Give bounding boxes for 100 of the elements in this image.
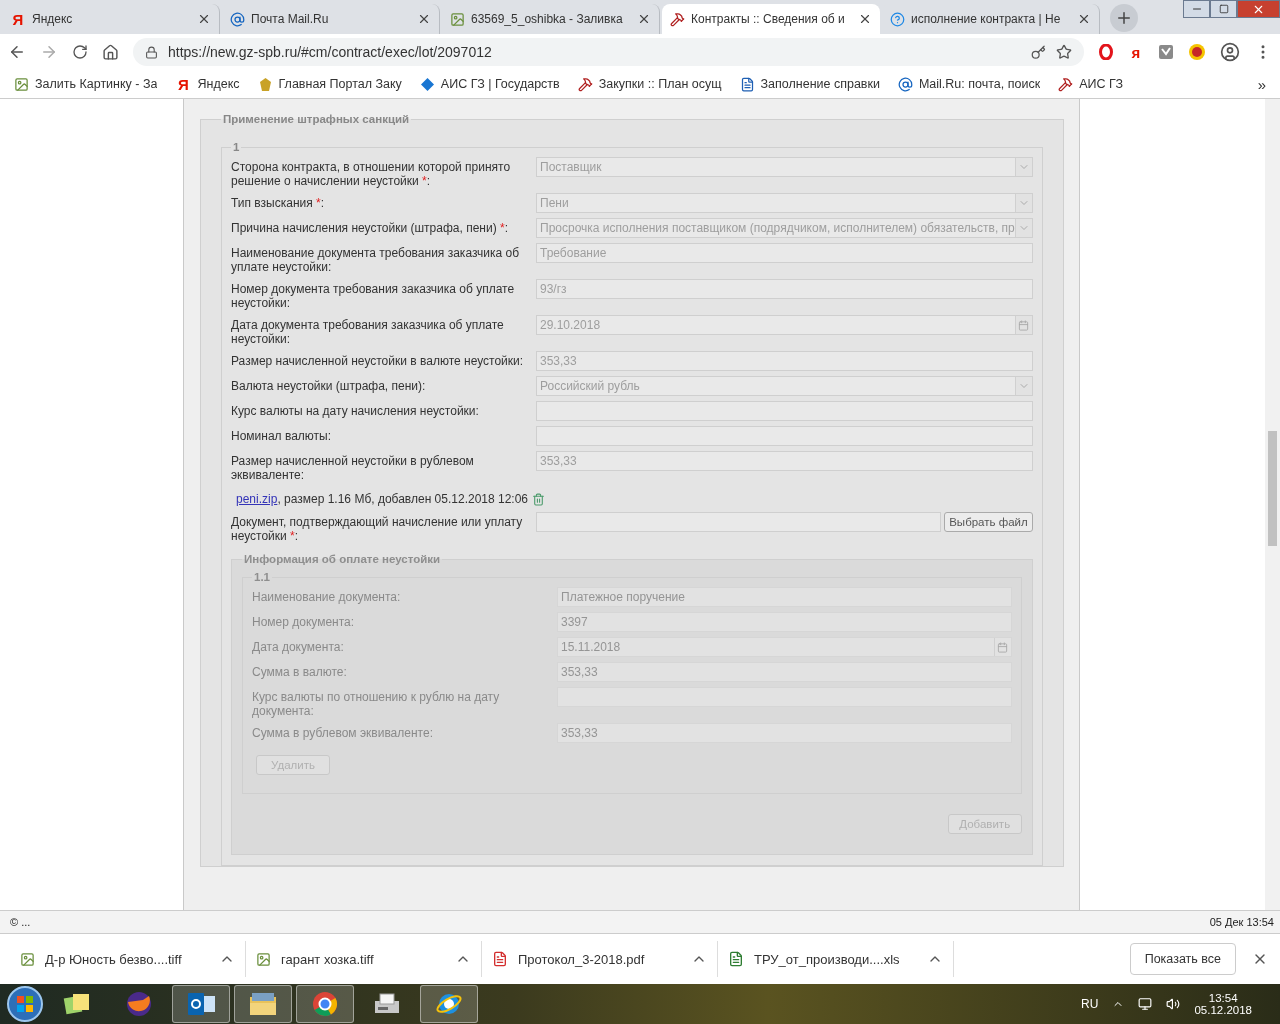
field-label: Курс валюты по отношению к рублю на дату документа: xyxy=(252,689,501,718)
mail-app-icon xyxy=(186,991,216,1017)
star-icon[interactable] xyxy=(1056,44,1072,60)
download-item[interactable]: Протокол_3-2018.pdf xyxy=(482,941,718,977)
field-label: Номер документа: xyxy=(252,614,356,629)
reload-icon[interactable] xyxy=(72,44,88,60)
spreadsheet-file-icon xyxy=(728,951,744,967)
close-icon[interactable] xyxy=(1077,12,1091,26)
field-label: Курс валюты на дату начисления неустойки: xyxy=(231,403,480,418)
field-label: Сторона контракта, в отношении которой принято решение о начислении неустойки *: xyxy=(231,159,512,188)
file-field[interactable] xyxy=(536,512,942,532)
bookmark[interactable]: Залить Картинку - За xyxy=(14,76,158,92)
input-field[interactable] xyxy=(536,426,1033,446)
hammer-icon xyxy=(1058,76,1074,92)
field-label: Сумма в рублевом эквиваленте: xyxy=(252,725,434,740)
hammer-icon xyxy=(577,76,593,92)
field-label: Дата документа требования заказчика об уплате неустойки: xyxy=(231,317,505,346)
field-label: Дата документа: xyxy=(252,639,345,654)
extension-icon[interactable] xyxy=(1188,43,1206,61)
bookmark[interactable]: АИС ГЗ xyxy=(1058,76,1123,92)
attachment-info: peni.zip, размер 1.16 Мб, добавлен 05.12.2018 12:06 xyxy=(236,492,529,506)
close-icon[interactable] xyxy=(417,12,431,26)
logo-icon[interactable]: я xyxy=(1128,43,1144,61)
plus-icon xyxy=(1115,9,1133,27)
field-label: Номинал валюты: xyxy=(231,428,333,443)
new-tab-button[interactable] xyxy=(1110,4,1138,32)
at-sign-icon xyxy=(230,11,245,27)
image-icon xyxy=(450,11,465,27)
taskbar-button[interactable] xyxy=(420,985,478,1023)
scrollbar-thumb[interactable] xyxy=(1268,431,1277,546)
fox-globe-icon xyxy=(125,990,153,1018)
field-label: Размер начисленной неустойки в валюте неустойки: xyxy=(231,353,525,368)
start-button[interactable] xyxy=(6,985,44,1023)
field-label: Тип взыскания *: xyxy=(231,195,326,210)
calendar-icon xyxy=(1014,316,1032,334)
sticky-notes-icon xyxy=(63,991,91,1017)
taskbar-button[interactable] xyxy=(296,985,354,1023)
show-all-button[interactable]: Показать все xyxy=(1129,943,1236,975)
hammer-icon xyxy=(670,11,685,27)
taskbar-button[interactable] xyxy=(172,985,230,1023)
close-icon[interactable] xyxy=(637,12,651,26)
taskbar-button[interactable] xyxy=(234,985,292,1023)
extension-icon[interactable] xyxy=(1158,44,1174,60)
pdf-file-icon xyxy=(492,951,508,967)
logo-icon: Я xyxy=(10,10,26,28)
diamond-icon xyxy=(419,76,435,92)
ring-icon[interactable] xyxy=(1098,44,1114,60)
key-icon[interactable] xyxy=(1031,44,1046,60)
trash-icon[interactable] xyxy=(532,492,546,506)
browser-tab[interactable]: Контракты :: Сведения об и xyxy=(662,4,880,34)
lock-icon xyxy=(145,45,158,59)
field-label: Валюта неустойки (штрафа, пени): xyxy=(231,378,427,393)
browser-icon xyxy=(311,990,339,1018)
download-item[interactable]: Д-р Юность безво....tiff xyxy=(10,941,246,977)
volume-icon[interactable] xyxy=(1166,997,1181,1011)
image-icon xyxy=(20,951,35,967)
network-icon[interactable] xyxy=(1138,997,1153,1011)
field-label: Номер документа требования заказчика об уплате неустойки: xyxy=(231,281,516,310)
bookmark[interactable]: Главная Портал Заку xyxy=(257,76,402,92)
profile-icon[interactable] xyxy=(1220,42,1240,62)
minimize-button[interactable] xyxy=(1183,0,1210,18)
input-field[interactable] xyxy=(536,401,1033,421)
field-label: Наименование документа требования заказчика об уплате неустойки: xyxy=(231,245,521,274)
download-item[interactable]: ТРУ_от_производи....xls xyxy=(718,941,954,977)
address-field[interactable]: https://new.gz-spb.ru/#cm/contract/exec/lot/2097012 xyxy=(133,38,1084,66)
maximize-button[interactable] xyxy=(1210,0,1237,18)
maximize-icon xyxy=(1218,4,1229,14)
bookmark[interactable]: Заполнение справки xyxy=(739,76,880,92)
help-icon xyxy=(890,11,905,27)
field-label: Сумма в валюте: xyxy=(252,664,348,679)
document-icon xyxy=(739,76,755,92)
calendar-icon xyxy=(993,638,1011,656)
field-label: Документ, подтверждающий начисление или уплату неустойки *: xyxy=(231,514,524,543)
more-bookmarks-button[interactable]: » xyxy=(1257,75,1266,93)
scrollbar[interactable] xyxy=(1265,99,1280,910)
download-item[interactable]: гарант хозка.tiff xyxy=(246,941,482,977)
at-sign-icon xyxy=(897,76,913,92)
choose-file-button[interactable]: Выбрать файл xyxy=(944,512,1033,532)
group-number: 1 xyxy=(232,141,241,153)
logo-icon: Я xyxy=(175,75,192,93)
field-label: Размер начисленной неустойки в рублевом эквиваленте: xyxy=(231,453,475,482)
section-title: Применение штрафных санкций xyxy=(222,113,411,125)
home-icon[interactable] xyxy=(102,43,119,61)
emblem-icon xyxy=(257,76,273,92)
image-icon xyxy=(256,951,271,967)
clock[interactable]: 13:54 05.12.2018 xyxy=(1194,992,1252,1016)
bookmark[interactable]: Я Яндекс xyxy=(175,75,240,93)
close-window-button[interactable] xyxy=(1237,0,1280,18)
group-number: 1.1 xyxy=(253,571,271,583)
folder-icon xyxy=(248,991,278,1017)
field-label: Причина начисления неустойки (штрафа, пени) *: xyxy=(231,220,509,235)
language-indicator[interactable]: RU xyxy=(1081,997,1099,1011)
bookmark[interactable]: АИС ГЗ | Государств xyxy=(419,76,560,92)
close-icon[interactable] xyxy=(197,12,211,26)
bookmark[interactable]: Mail.Ru: почта, поиск xyxy=(897,76,1041,92)
status-time: 05 Дек 13:54 xyxy=(1209,916,1274,928)
bookmark[interactable]: Закупки :: План осущ xyxy=(577,76,722,92)
close-icon[interactable] xyxy=(858,12,872,26)
back-icon[interactable] xyxy=(8,43,26,61)
image-icon xyxy=(14,76,29,92)
